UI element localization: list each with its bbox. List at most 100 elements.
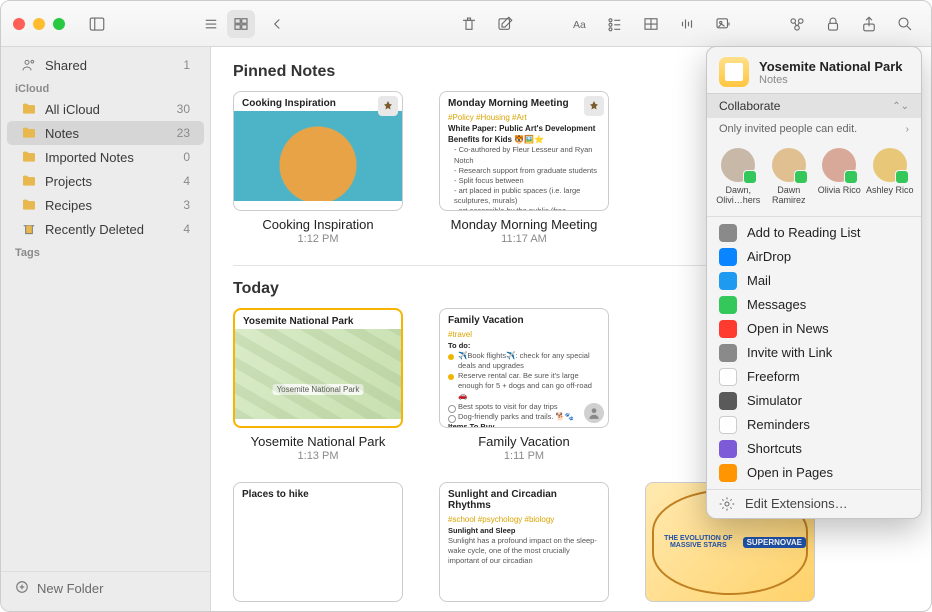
share-mode-label: Collaborate: [719, 99, 780, 113]
view-list-button[interactable]: [197, 10, 225, 38]
folder-icon: [21, 125, 37, 141]
sidebar-folder-imported-notes[interactable]: Imported Notes0: [7, 145, 204, 169]
share-mode-select[interactable]: Collaborate ⌃⌄: [707, 93, 921, 118]
delete-button[interactable]: [455, 10, 483, 38]
edit-extensions-label: Edit Extensions…: [745, 496, 848, 511]
share-app-label: AirDrop: [747, 249, 791, 264]
new-folder-button[interactable]: New Folder: [1, 571, 210, 605]
pin-icon: [584, 96, 604, 116]
map-label: Yosemite National Park: [273, 384, 364, 395]
media-button[interactable]: [709, 10, 737, 38]
sidebar-folder-recipes[interactable]: Recipes3: [7, 193, 204, 217]
share-title: Yosemite National Park: [759, 59, 903, 74]
note-thumbnail[interactable]: Monday Morning Meeting#Policy #Housing #…: [439, 91, 609, 211]
note-thumbnail[interactable]: Cooking Inspiration: [233, 91, 403, 211]
note-line: - art accessible by the public (free mus…: [448, 206, 600, 211]
share-person[interactable]: Dawn, Olivi…hers: [714, 148, 762, 206]
sidebar-shared-label: Shared: [45, 58, 87, 73]
share-app-airdrop[interactable]: AirDrop: [707, 245, 921, 269]
note-card[interactable]: Monday Morning Meeting#Policy #Housing #…: [439, 91, 609, 245]
sidebar-shared[interactable]: Shared 1: [7, 53, 204, 77]
close-window-button[interactable]: [13, 18, 25, 30]
sidebar-folder-recently-deleted[interactable]: Recently Deleted4: [7, 217, 204, 241]
sidebar-folder-projects[interactable]: Projects4: [7, 169, 204, 193]
new-note-button[interactable]: [491, 10, 519, 38]
messages-badge-icon: [794, 170, 808, 184]
share-button[interactable]: [855, 10, 883, 38]
edit-extensions-button[interactable]: Edit Extensions…: [707, 489, 921, 518]
share-app-shortcuts[interactable]: Shortcuts: [707, 437, 921, 461]
todo-item: Best spots to visit for day trips: [448, 402, 600, 412]
chevron-right-icon: ›: [906, 124, 909, 135]
note-card[interactable]: Yosemite National Park Yosemite National …: [233, 308, 403, 462]
share-app-label: Open in News: [747, 321, 829, 336]
avatar: [873, 148, 907, 182]
note-card[interactable]: Cooking InspirationCooking Inspiration1:…: [233, 91, 403, 245]
gear-icon: [719, 496, 735, 512]
note-tags: #Policy #Housing #Art: [448, 113, 600, 124]
note-head: Sunlight and Circadian Rhythms: [440, 483, 608, 513]
note-card[interactable]: Sunlight and Circadian Rhythms#school #p…: [439, 482, 609, 602]
share-person[interactable]: Dawn Ramirez: [765, 148, 813, 206]
note-line: - Co-authored by Fleur Lesseur and Ryan …: [448, 145, 600, 165]
zoom-window-button[interactable]: [53, 18, 65, 30]
format-button[interactable]: Aa: [565, 10, 593, 38]
share-app-reminders[interactable]: Reminders: [707, 413, 921, 437]
link-button[interactable]: [783, 10, 811, 38]
app-icon: [719, 368, 737, 386]
share-app-open-in-news[interactable]: Open in News: [707, 317, 921, 341]
note-head: Yosemite National Park: [235, 310, 401, 329]
sidebar-section-tags: Tags: [1, 241, 210, 261]
folder-count: 23: [177, 126, 190, 140]
person-name: Dawn, Olivi…hers: [714, 186, 762, 206]
share-app-freeform[interactable]: Freeform: [707, 365, 921, 389]
note-thumbnail[interactable]: Places to hike: [233, 482, 403, 602]
note-thumbnail[interactable]: Family Vacation#travelTo do:✈️Book fligh…: [439, 308, 609, 428]
share-permissions-row[interactable]: Only invited people can edit. ›: [707, 118, 921, 140]
svg-text:Aa: Aa: [573, 18, 586, 30]
folder-count: 30: [177, 102, 190, 116]
note-line: - Split focus between: [448, 176, 600, 186]
messages-badge-icon: [743, 170, 757, 184]
share-person[interactable]: Olivia Rico: [815, 148, 863, 206]
table-button[interactable]: [637, 10, 665, 38]
folder-label: All iCloud: [45, 102, 100, 117]
folder-icon: [21, 173, 37, 189]
app-icon: [719, 392, 737, 410]
note-sub: Sunlight and Sleep: [448, 526, 516, 535]
note-thumbnail[interactable]: Sunlight and Circadian Rhythms#school #p…: [439, 482, 609, 602]
lock-button[interactable]: [819, 10, 847, 38]
share-app-simulator[interactable]: Simulator: [707, 389, 921, 413]
note-time: 1:13 PM: [233, 450, 403, 462]
minimize-window-button[interactable]: [33, 18, 45, 30]
share-app-messages[interactable]: Messages: [707, 293, 921, 317]
note-line: - Research support from graduate student…: [448, 166, 600, 176]
chevron-updown-icon: ⌃⌄: [892, 101, 909, 112]
titlebar: Aa: [1, 1, 931, 47]
note-thumbnail[interactable]: Yosemite National Park Yosemite National …: [233, 308, 403, 428]
back-button[interactable]: [263, 10, 291, 38]
toggle-sidebar-button[interactable]: [83, 10, 111, 38]
note-card[interactable]: Family Vacation#travelTo do:✈️Book fligh…: [439, 308, 609, 462]
sidebar-folder-all-icloud[interactable]: All iCloud 30: [7, 97, 204, 121]
folder-icon: [21, 197, 37, 213]
app-icon: [719, 440, 737, 458]
checklist-button[interactable]: [601, 10, 629, 38]
person-name: Dawn Ramirez: [765, 186, 813, 206]
folder-label: Notes: [45, 126, 79, 141]
share-app-mail[interactable]: Mail: [707, 269, 921, 293]
shared-icon: [21, 57, 37, 73]
share-app-open-in-pages[interactable]: Open in Pages: [707, 461, 921, 485]
view-gallery-button[interactable]: [227, 10, 255, 38]
audio-button[interactable]: [673, 10, 701, 38]
share-person[interactable]: Ashley Rico: [866, 148, 914, 206]
sidebar: Shared 1 iCloud All iCloud30Notes23Impor…: [1, 47, 211, 611]
note-card[interactable]: Places to hike: [233, 482, 403, 602]
share-app-invite-with-link[interactable]: Invite with Link: [707, 341, 921, 365]
app-icon: [719, 248, 737, 266]
note-line: - art placed in public spaces (i.e. larg…: [448, 186, 600, 206]
search-button[interactable]: [891, 10, 919, 38]
sidebar-folder-notes[interactable]: Notes 23: [7, 121, 204, 145]
share-app-add-to-reading-list[interactable]: Add to Reading List: [707, 221, 921, 245]
note-time: 11:17 AM: [439, 233, 609, 245]
